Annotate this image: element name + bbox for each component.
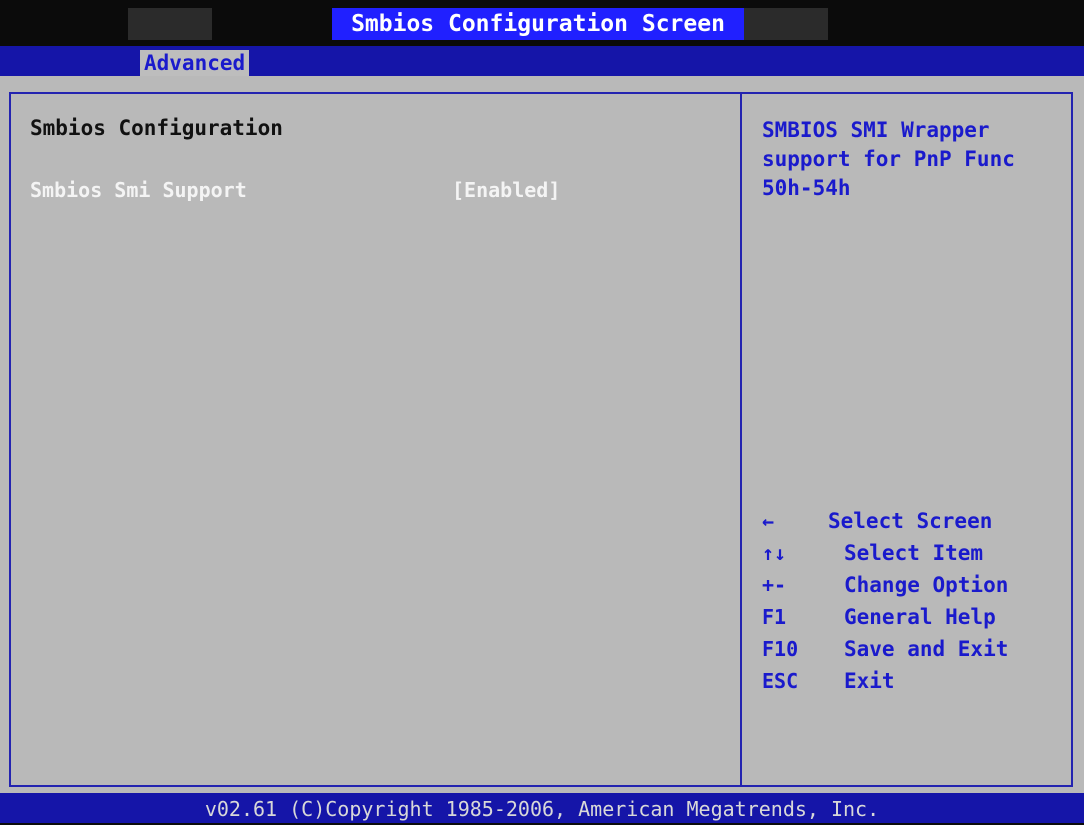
key-action: General Help: [844, 605, 996, 629]
key-row-save-exit: F10 Save and Exit: [762, 634, 1062, 666]
screen-title: Smbios Configuration Screen: [332, 8, 744, 40]
page-heading: Smbios Configuration: [30, 116, 283, 140]
key-esc: ESC: [762, 669, 799, 693]
menu-bar: Advanced: [0, 46, 1084, 76]
setting-label: Smbios Smi Support: [30, 178, 247, 202]
setting-row-smbios-smi-support[interactable]: Smbios Smi Support [Enabled]: [30, 176, 730, 206]
title-left-block: [128, 8, 212, 40]
help-panel: SMBIOS SMI Wrapper support for PnP Func …: [762, 116, 1062, 203]
main-area: Smbios Configuration Smbios Smi Support …: [0, 76, 1084, 793]
tab-advanced[interactable]: Advanced: [140, 50, 250, 76]
key-row-select-screen: ← Select Screen: [762, 506, 1062, 538]
key-action: Change Option: [844, 573, 1009, 597]
key-legend: ← Select Screen ↑↓ Select Item +- Change…: [762, 506, 1062, 698]
help-text: SMBIOS SMI Wrapper support for PnP Func …: [762, 118, 1015, 200]
key-f1: F1: [762, 605, 787, 629]
key-action: Select Screen: [828, 509, 993, 533]
key-row-general-help: F1 General Help: [762, 602, 1062, 634]
key-row-select-item: ↑↓ Select Item: [762, 538, 1062, 570]
key-action: Save and Exit: [844, 637, 1009, 661]
title-right-block: [744, 8, 828, 40]
plus-minus-icon: +-: [762, 573, 787, 597]
panel-divider: [740, 92, 742, 787]
copyright-footer: v02.61 (C)Copyright 1985-2006, American …: [0, 793, 1084, 823]
key-action: Exit: [844, 669, 895, 693]
key-row-exit: ESC Exit: [762, 666, 1062, 698]
setting-value[interactable]: [Enabled]: [452, 176, 560, 204]
key-action: Select Item: [844, 541, 984, 565]
key-f10: F10: [762, 637, 799, 661]
title-bar: Smbios Configuration Screen: [0, 0, 1084, 46]
key-row-change-option: +- Change Option: [762, 570, 1062, 602]
settings-panel: Smbios Configuration Smbios Smi Support …: [30, 114, 730, 202]
arrow-left-icon: ←: [762, 509, 775, 533]
arrow-up-down-icon: ↑↓: [762, 541, 787, 565]
